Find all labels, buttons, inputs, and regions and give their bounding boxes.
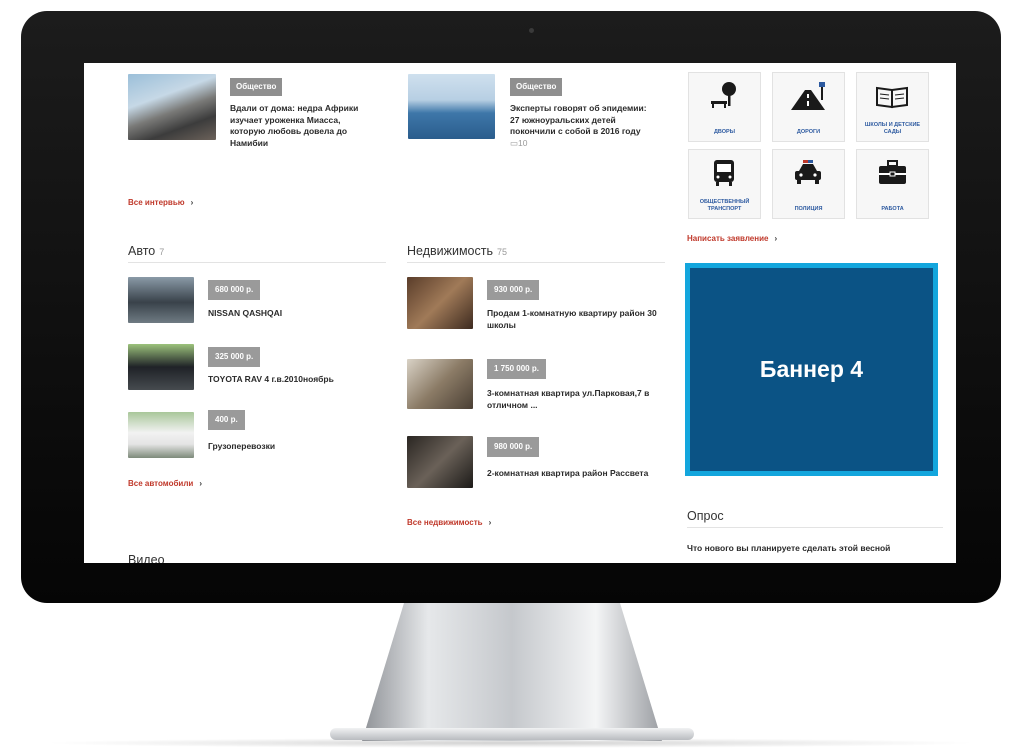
- arrow-right-icon: ›: [488, 518, 492, 527]
- book-icon: [876, 86, 908, 109]
- briefcase-icon: [879, 160, 906, 184]
- tree-bench-icon: [711, 82, 736, 108]
- all-realty-link[interactable]: Все недвижимость ›: [407, 518, 491, 527]
- auto-price: 400 р.: [208, 410, 245, 430]
- arrow-right-icon: ›: [190, 198, 194, 207]
- road-icon: [791, 82, 825, 110]
- police-car-icon: [795, 160, 821, 184]
- category-work[interactable]: работа: [856, 149, 929, 219]
- monitor-frame: Общество Вдали от дома: недра Африки изу…: [21, 11, 1001, 603]
- realty-price: 1 750 000 р.: [487, 359, 546, 379]
- interview-title[interactable]: Эксперты говорят об эпидемии: 27 южноура…: [510, 103, 650, 149]
- all-autos-link[interactable]: Все автомобили ›: [128, 479, 202, 488]
- category-roads[interactable]: дороги: [772, 72, 845, 142]
- category-police[interactable]: полиция: [772, 149, 845, 219]
- camera-dot: [529, 28, 534, 33]
- write-complaint-link[interactable]: Написать заявление ›: [687, 234, 777, 243]
- category-label: дороги: [796, 128, 821, 135]
- realty-price: 980 000 р.: [487, 437, 540, 457]
- interview-title[interactable]: Вдали от дома: недра Африки изучает урож…: [230, 103, 370, 149]
- interview-tag[interactable]: Общество: [230, 78, 283, 96]
- section-realty-heading[interactable]: Недвижимость 75: [407, 244, 665, 263]
- comment-count: 10: [518, 137, 528, 148]
- realty-thumbnail[interactable]: [407, 436, 473, 488]
- category-label: полиция: [794, 205, 823, 212]
- auto-thumbnail[interactable]: [128, 412, 194, 458]
- arrow-right-icon: ›: [774, 234, 778, 243]
- section-video-heading[interactable]: Видео: [128, 553, 386, 563]
- realty-thumbnail[interactable]: [407, 277, 473, 329]
- section-auto-heading[interactable]: Авто 7: [128, 244, 386, 263]
- auto-price: 325 000 р.: [208, 347, 261, 367]
- auto-price: 680 000 р.: [208, 280, 261, 300]
- realty-title[interactable]: 2-комнатная квартира район Рассвета: [487, 468, 665, 480]
- realty-thumbnail[interactable]: [407, 359, 473, 409]
- category-label: школы и детские сады: [864, 122, 921, 135]
- ad-banner[interactable]: Баннер 4: [685, 263, 938, 476]
- realty-price: 930 000 р.: [487, 280, 540, 300]
- arrow-right-icon: ›: [199, 479, 202, 488]
- category-label: дворы: [713, 128, 736, 135]
- auto-title[interactable]: Грузоперевозки: [208, 441, 378, 453]
- category-yards[interactable]: дворы: [688, 72, 761, 142]
- category-public-transport[interactable]: общественный транспорт: [688, 149, 761, 219]
- poll-heading: Опрос: [687, 509, 943, 528]
- category-label: общественный транспорт: [699, 199, 750, 212]
- interview-thumbnail-whale[interactable]: [408, 74, 495, 139]
- auto-thumbnail[interactable]: [128, 344, 194, 390]
- screen: Общество Вдали от дома: недра Африки изу…: [84, 63, 956, 563]
- poll-question[interactable]: Что нового вы планируете сделать этой ве…: [687, 543, 943, 555]
- monitor-stand: [362, 603, 662, 741]
- bus-icon: [714, 160, 734, 186]
- comment-icon: ▭: [510, 137, 519, 148]
- auto-title[interactable]: NISSAN QASHQAI: [208, 308, 378, 320]
- auto-title[interactable]: TOYOTA RAV 4 г.в.2010ноябрь: [208, 374, 378, 386]
- interview-thumbnail-couple[interactable]: [128, 74, 216, 140]
- category-schools[interactable]: школы и детские сады: [856, 72, 929, 142]
- realty-title[interactable]: Продам 1-комнатную квартиру район 30 шко…: [487, 308, 665, 331]
- interview-tag[interactable]: Общество: [510, 78, 563, 96]
- realty-title[interactable]: 3-комнатная квартира ул.Парковая,7 в отл…: [487, 388, 665, 411]
- monitor-stand-base: [330, 728, 694, 740]
- category-label: работа: [881, 205, 904, 212]
- all-interviews-link[interactable]: Все интервью ›: [128, 198, 193, 207]
- auto-thumbnail[interactable]: [128, 277, 194, 323]
